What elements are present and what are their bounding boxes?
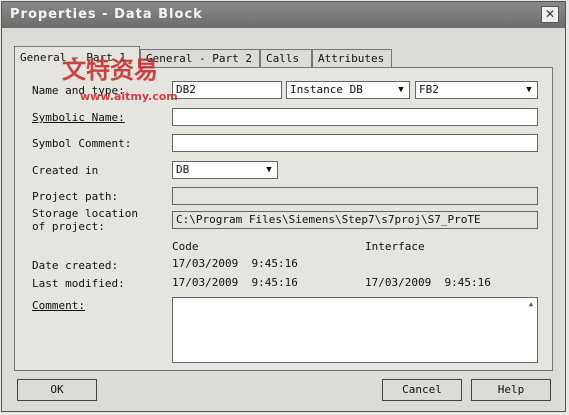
type-select[interactable]: Instance DB ▼ [286,81,410,99]
properties-dialog: Properties - Data Block ✕ General - Part… [1,1,566,412]
interface-column-header: Interface [365,240,425,253]
comment-label: Comment: [32,299,85,312]
project-path-label: Project path: [32,190,119,203]
watermark-logo: 文特资易 [62,56,158,84]
tab-attributes[interactable]: Attributes [312,49,392,67]
type-select-value: Instance DB [290,83,363,96]
fb-select-value: FB2 [419,83,439,96]
help-button[interactable]: Help [471,379,551,401]
date-created-label: Date created: [32,259,119,272]
chevron-down-icon: ▼ [398,85,404,95]
created-in-label: Created in [32,164,99,177]
symbolic-name-label: Symbolic Name: [32,111,125,124]
chevron-down-icon: ▼ [526,85,532,95]
storage-location-field: C:\Program Files\Siemens\Step7\s7proj\S7… [172,211,538,229]
tab-label: Attributes [318,52,385,65]
symbolic-name-input[interactable] [172,108,538,126]
tab-calls[interactable]: Calls [260,49,312,67]
title-bar[interactable]: Properties - Data Block ✕ [2,2,565,28]
date-created-code-value: 17/03/2009 9:45:16 [172,257,298,270]
created-in-select[interactable]: DB ▼ [172,161,278,179]
symbol-comment-input[interactable] [172,134,538,152]
window-title: Properties - Data Block [10,7,203,22]
created-in-value: DB [176,163,190,176]
chevron-down-icon: ▼ [266,165,272,175]
tab-general-part-2[interactable]: General - Part 2 [140,49,260,67]
fb-select[interactable]: FB2 ▼ [415,81,538,99]
cancel-button[interactable]: Cancel [382,379,462,401]
close-button[interactable]: ✕ [541,6,559,23]
code-column-header: Code [172,240,199,253]
scroll-up-icon[interactable]: ▲ [526,299,536,309]
symbol-comment-label: Symbol Comment: [32,137,132,150]
last-modified-code-value: 17/03/2009 9:45:16 [172,276,298,289]
project-path-field [172,187,538,205]
storage-location-label-line2: of project: [32,220,105,233]
last-modified-interface-value: 17/03/2009 9:45:16 [365,276,491,289]
storage-location-label-line1: Storage location [32,207,138,220]
tab-label: Calls [266,52,300,65]
close-icon: ✕ [544,7,556,21]
comment-textarea[interactable] [172,297,538,363]
watermark-url: www.aitmy.com [80,90,178,103]
last-modified-label: Last modified: [32,277,125,290]
tab-label: General - Part 2 [146,52,252,65]
ok-button[interactable]: OK [17,379,97,401]
name-field[interactable]: DB2 [172,81,282,99]
